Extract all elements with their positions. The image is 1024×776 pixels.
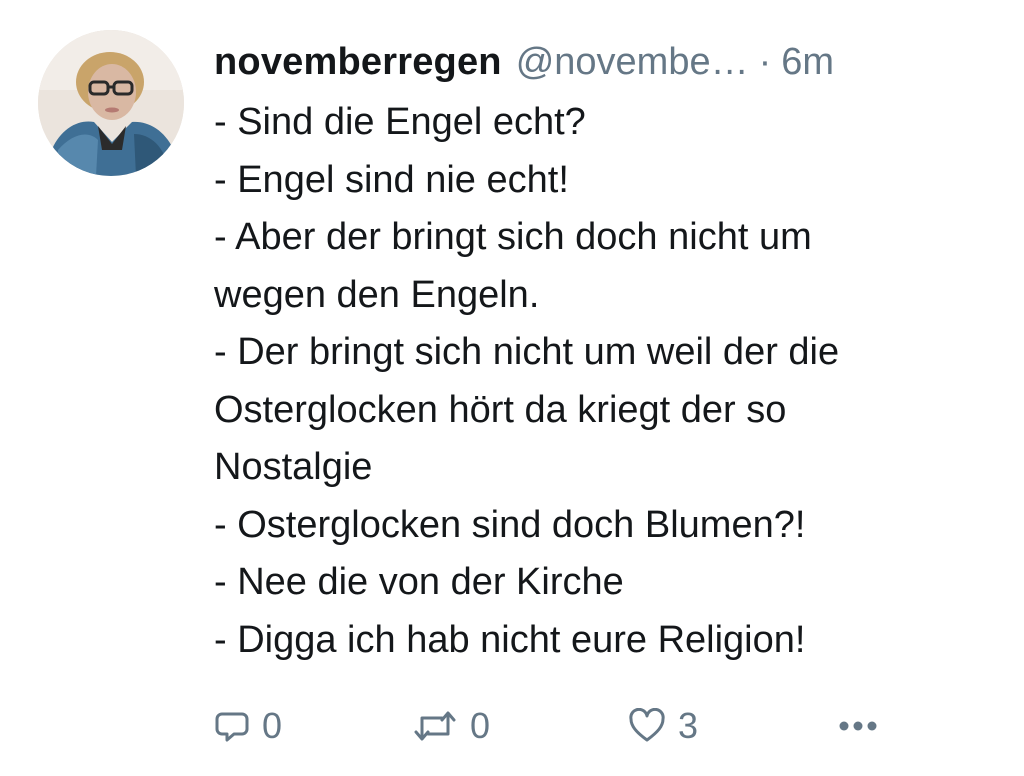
tweet-text-line: wegen den Engeln. bbox=[214, 273, 540, 316]
tweet-header: novemberregen @novembe… · 6m bbox=[214, 36, 834, 88]
timestamp[interactable]: 6m bbox=[781, 36, 834, 88]
reply-button[interactable]: 0 bbox=[214, 700, 282, 752]
user-handle[interactable]: @novembe… bbox=[516, 36, 749, 88]
tweet-text-line: - Engel sind nie echt! bbox=[214, 158, 569, 201]
tweet-text-line: - Osterglocken sind doch Blumen?! bbox=[214, 503, 806, 546]
display-name[interactable]: novemberregen bbox=[214, 36, 502, 88]
tweet-text: - Sind die Engel echt? - Engel sind nie … bbox=[214, 94, 1004, 669]
retweet-icon bbox=[412, 708, 458, 744]
more-icon bbox=[836, 708, 880, 744]
tweet-text-line: - Digga ich hab nicht eure Religion! bbox=[214, 618, 806, 661]
avatar-image bbox=[38, 30, 184, 176]
tweet-actions: 0 0 3 bbox=[214, 700, 894, 752]
like-button[interactable]: 3 bbox=[628, 700, 698, 752]
tweet-text-line: Osterglocken hört da kriegt der so bbox=[214, 388, 787, 431]
reply-icon bbox=[214, 708, 250, 744]
retweet-button[interactable]: 0 bbox=[412, 700, 490, 752]
tweet-text-line: - Der bringt sich nicht um weil der die bbox=[214, 331, 840, 373]
reply-count: 0 bbox=[262, 705, 283, 746]
retweet-count: 0 bbox=[470, 705, 491, 746]
like-count: 3 bbox=[678, 705, 699, 746]
tweet-text-line: - Sind die Engel echt? bbox=[214, 101, 586, 143]
tweet-text-line: - Aber der bringt sich doch nicht um bbox=[214, 216, 812, 258]
tweet-text-line: - Nee die von der Kirche bbox=[214, 561, 624, 603]
heart-icon bbox=[628, 708, 666, 744]
avatar[interactable] bbox=[38, 30, 184, 176]
more-button[interactable] bbox=[836, 700, 880, 752]
separator-dot: · bbox=[758, 41, 772, 83]
tweet-text-line: Nostalgie bbox=[214, 446, 373, 488]
